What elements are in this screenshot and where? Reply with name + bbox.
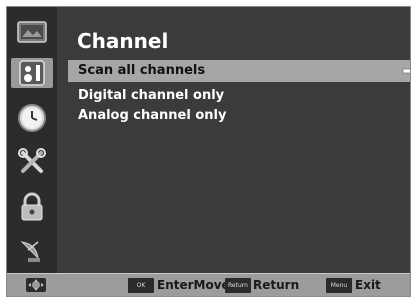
footer-bar: OK EnterMove Return Return Menu Exit <box>7 273 410 296</box>
setup-tools-icon[interactable] <box>15 147 49 177</box>
channel-menu-panel: Channel Scan all channels Digital channe… <box>62 7 410 275</box>
picture-icon[interactable] <box>15 17 49 47</box>
menu-item-analog-channel-only[interactable]: Analog channel only <box>68 105 410 127</box>
menu-item-scan-all-channels[interactable]: Scan all channels <box>68 60 410 82</box>
navigation-pad-icon <box>25 277 47 296</box>
return-key-icon: Return <box>225 278 251 293</box>
enter-move-label: EnterMove <box>157 278 230 292</box>
lock-icon[interactable] <box>15 192 49 222</box>
menu-item-label: Scan all channels <box>78 63 206 78</box>
menu-item-label: Analog channel only <box>78 108 227 123</box>
page-title: Channel <box>77 29 169 53</box>
menu-item-digital-channel-only[interactable]: Digital channel only <box>68 85 410 107</box>
clock-icon[interactable] <box>15 103 49 133</box>
menu-key-icon: Menu <box>326 278 352 293</box>
osd-window: Channel Scan all channels Digital channe… <box>6 6 411 297</box>
arrow-right-icon <box>402 63 410 87</box>
exit-label: Exit <box>355 278 381 292</box>
menu-item-label: Digital channel only <box>78 88 225 103</box>
return-label: Return <box>253 278 300 292</box>
ok-key-icon: OK <box>128 278 154 293</box>
audio-icon[interactable] <box>11 58 53 88</box>
sidebar <box>7 7 57 275</box>
satellite-dish-icon[interactable] <box>15 235 49 265</box>
